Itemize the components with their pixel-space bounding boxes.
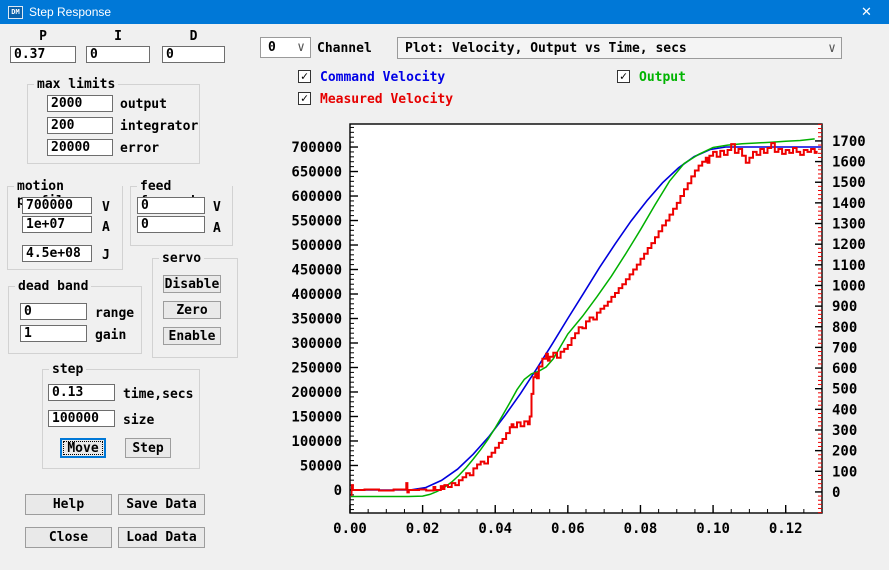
- y-left-tick-label: 550000: [291, 214, 342, 230]
- y-right-tick-label: 0: [832, 485, 840, 501]
- y-right-tick-label: 1700: [832, 134, 866, 150]
- x-tick-label: 0.10: [696, 521, 730, 537]
- y-right-tick-label: 1600: [832, 155, 866, 171]
- y-left-tick-label: 50000: [300, 458, 342, 474]
- y-right-tick-label: 500: [832, 382, 857, 398]
- y-right-tick-label: 1300: [832, 217, 866, 233]
- y-right-tick-label: 200: [832, 444, 857, 460]
- y-right-tick-label: 400: [832, 402, 857, 418]
- plot-area: [350, 124, 822, 513]
- x-tick-label: 0.04: [478, 521, 512, 537]
- y-left-tick-label: 100000: [291, 434, 342, 450]
- y-right-tick-label: 800: [832, 320, 857, 336]
- y-right-tick-label: 1400: [832, 196, 866, 212]
- y-left-tick-label: 250000: [291, 360, 342, 376]
- y-left-tick-label: 0: [334, 483, 342, 499]
- y-left-tick-label: 500000: [291, 238, 342, 254]
- y-left-tick-label: 450000: [291, 263, 342, 279]
- y-left-tick-label: 350000: [291, 312, 342, 328]
- y-left-tick-label: 700000: [291, 140, 342, 156]
- x-tick-label: 0.12: [769, 521, 803, 537]
- y-left-tick-label: 650000: [291, 165, 342, 181]
- y-left-tick-label: 150000: [291, 409, 342, 425]
- y-left-tick-label: 400000: [291, 287, 342, 303]
- y-left-tick-label: 200000: [291, 385, 342, 401]
- y-right-tick-label: 1100: [832, 258, 866, 274]
- step-response-chart: 0.00 0.02 0.04 0.06 0.08 0.10 0.12 0 50000 100000…: [0, 0, 889, 570]
- x-tick-label: 0.08: [624, 521, 658, 537]
- x-tick-label: 0.00: [333, 521, 367, 537]
- y-right-tick-label: 600: [832, 361, 857, 377]
- y-right-tick-label: 1200: [832, 237, 866, 253]
- y-right-tick-label: 700: [832, 340, 857, 356]
- y-right-tick-label: 300: [832, 423, 857, 439]
- y-left-tick-label: 600000: [291, 189, 342, 205]
- x-tick-label: 0.02: [406, 521, 440, 537]
- y-right-tick-label: 1000: [832, 278, 866, 294]
- y-left-tick-label: 300000: [291, 336, 342, 352]
- y-right-tick-label: 1500: [832, 175, 866, 191]
- y-right-tick-label: 100: [832, 464, 857, 480]
- y-right-tick-label: 900: [832, 299, 857, 315]
- x-tick-label: 0.06: [551, 521, 585, 537]
